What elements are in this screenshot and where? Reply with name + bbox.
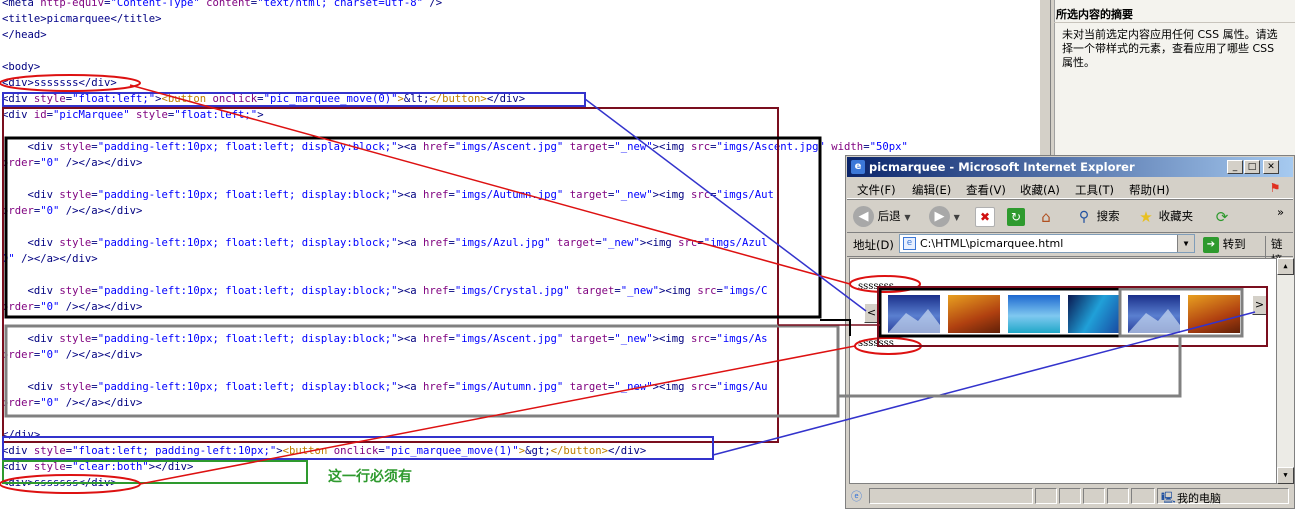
annotation-note: 这一行必须有 <box>328 469 412 485</box>
red-ellipse-top-div <box>0 74 141 92</box>
blue-box-prev-button-code <box>2 92 586 107</box>
black-connector <box>820 319 851 336</box>
maroon-box-picmarquee-code <box>2 107 779 443</box>
blue-line-prev <box>584 98 867 312</box>
blue-box-next-button-code <box>2 436 714 460</box>
red-line-top <box>129 84 851 285</box>
green-box-clear-both-code <box>2 460 308 484</box>
black-box-browser-first-set <box>878 287 1122 338</box>
gray-box-browser-second-set <box>1118 287 1244 338</box>
blue-line-next <box>712 311 1256 456</box>
annotation-overlay <box>0 74 1268 494</box>
gray-box-second-set-code <box>4 324 840 418</box>
black-box-first-set-code <box>4 136 822 319</box>
